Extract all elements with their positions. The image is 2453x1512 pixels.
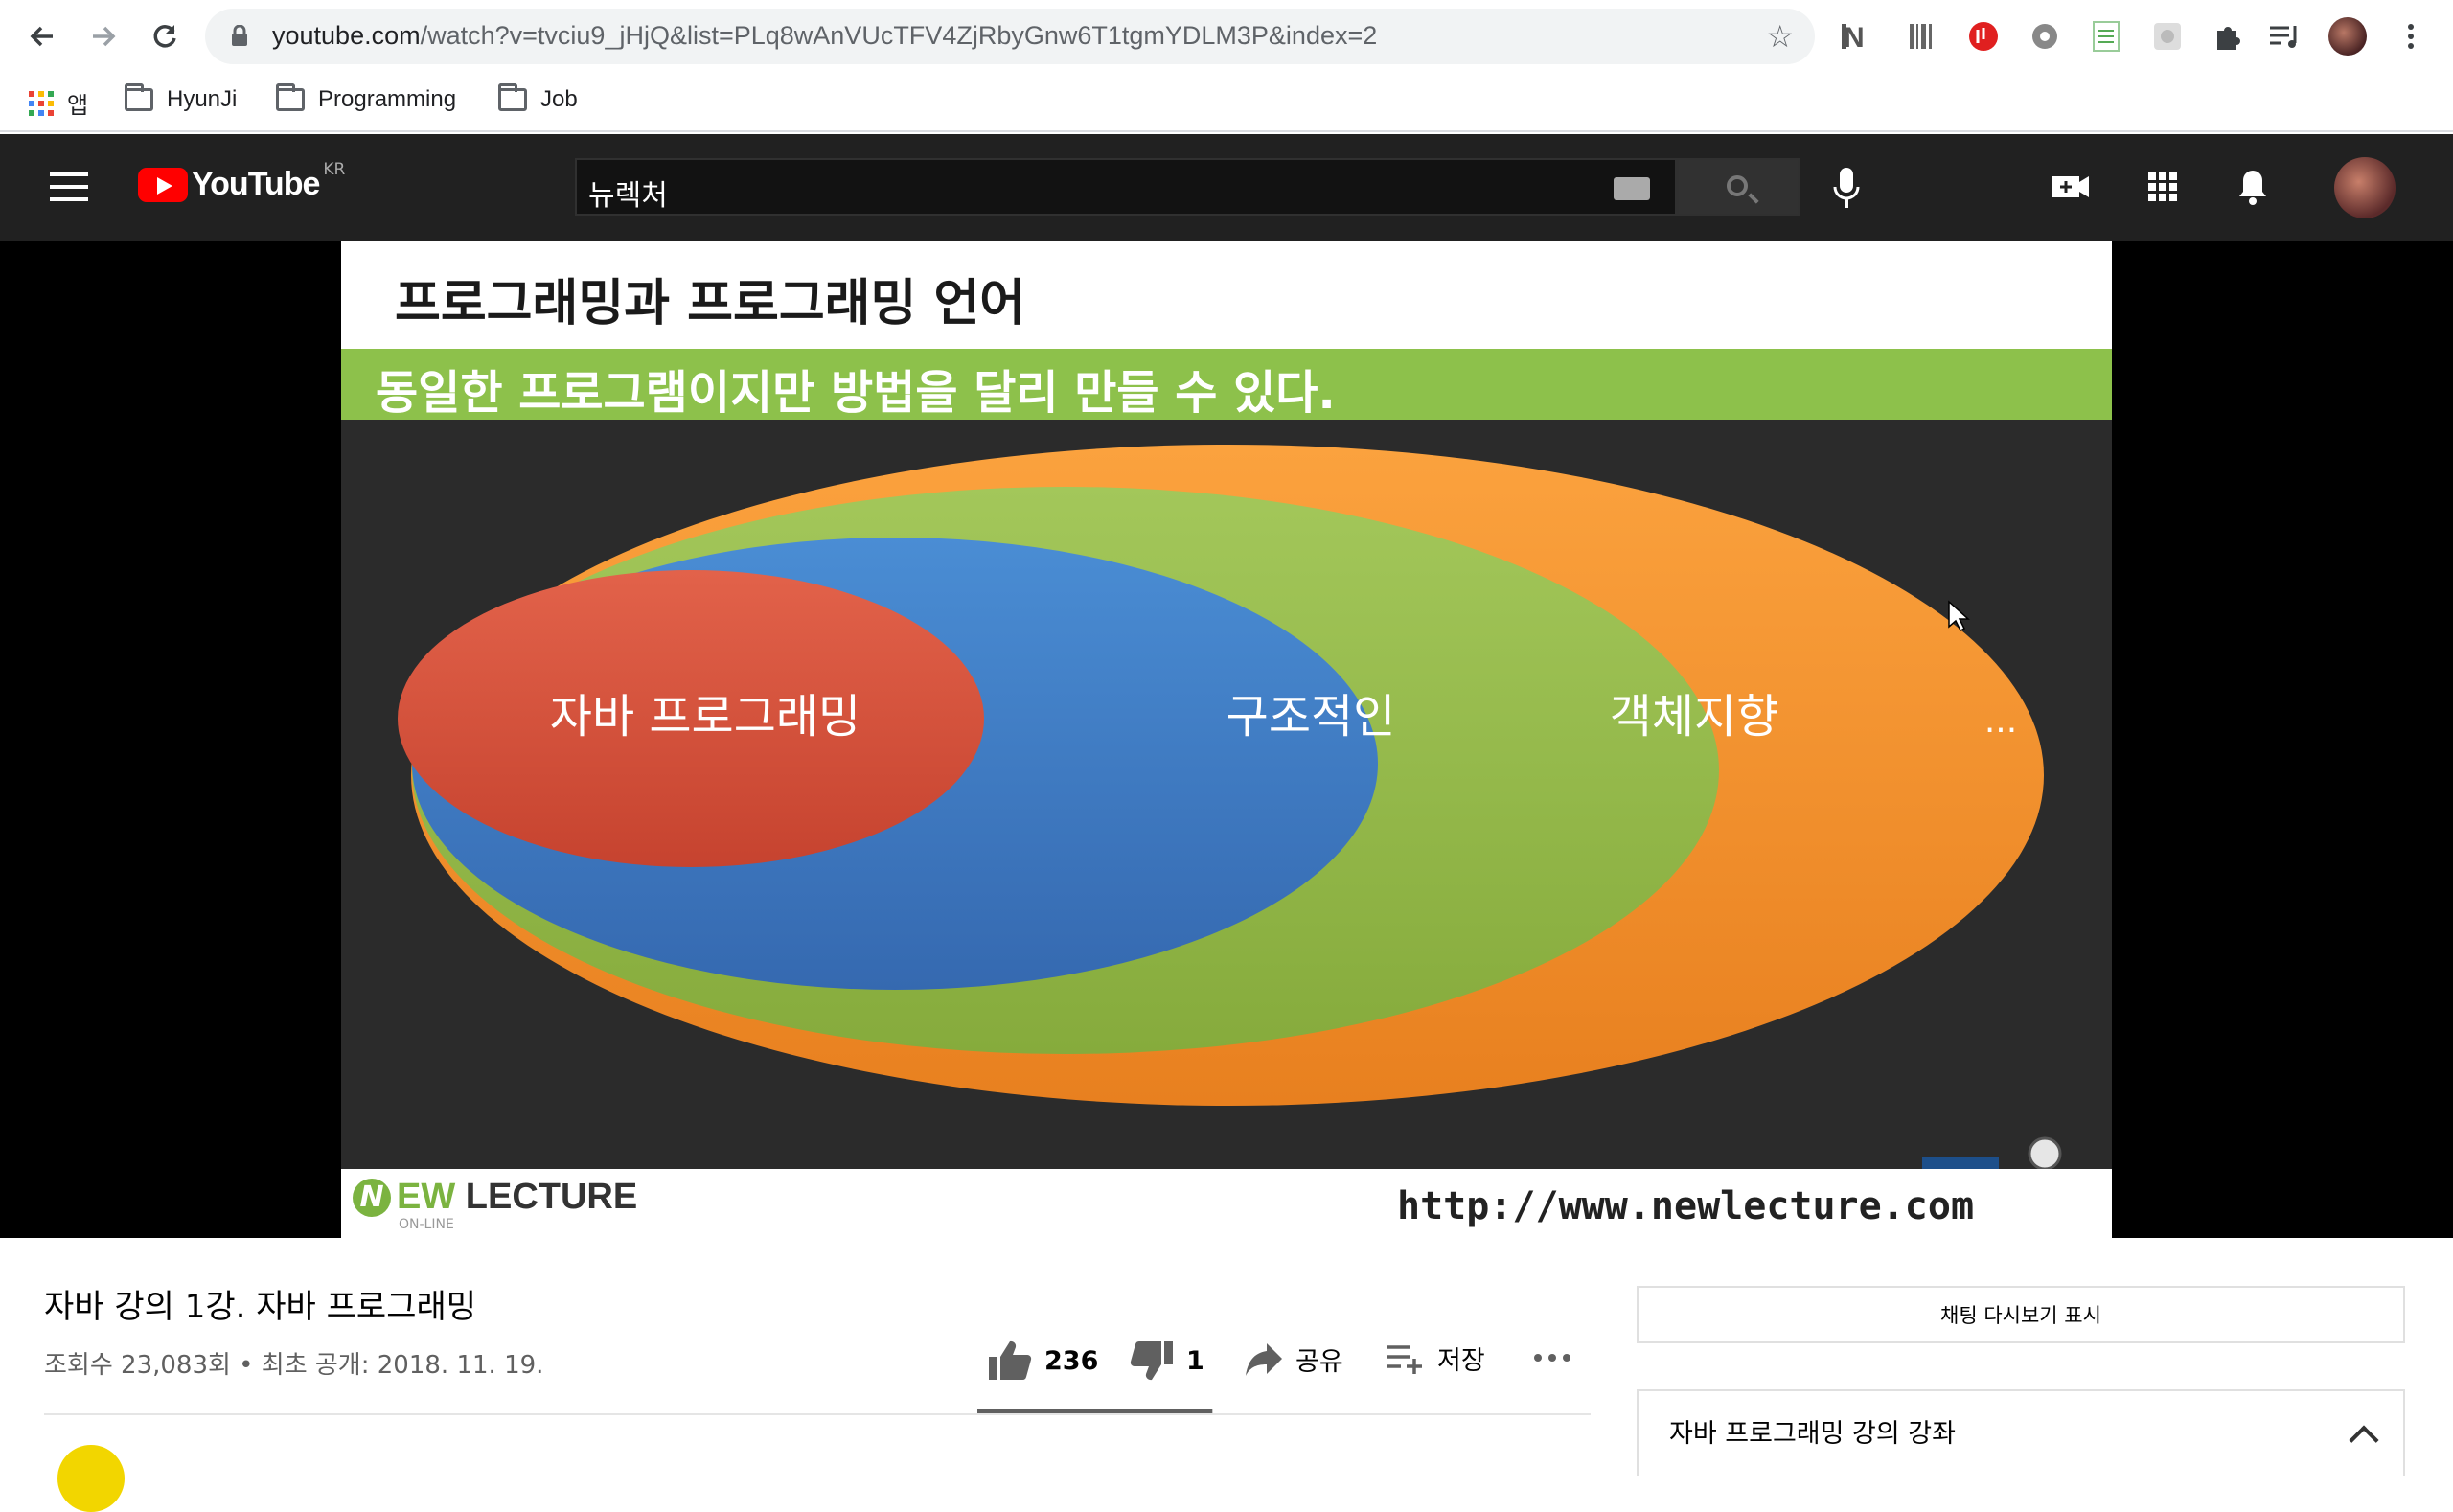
thumbs-up-icon (989, 1340, 1032, 1381)
forward-button[interactable] (80, 13, 126, 59)
bookmark-folder-job[interactable]: Job (498, 83, 578, 113)
search-button[interactable] (1677, 158, 1800, 216)
search-icon (1727, 175, 1748, 196)
keyboard-icon[interactable] (1614, 177, 1650, 200)
lecture-slide: 프로그래밍과 프로그래밍 언어 동일한 프로그램이지만 방법을 달리 만들 수 … (341, 241, 2112, 1238)
sheet-extension-icon[interactable] (2085, 15, 2127, 57)
reload-icon (153, 25, 176, 48)
reload-button[interactable] (142, 13, 188, 59)
menu-hamburger-icon[interactable] (50, 172, 88, 201)
search-input[interactable]: 뉴렉처 (575, 158, 1677, 216)
dislike-button[interactable]: 1 (1129, 1340, 1204, 1382)
naver-extension-icon[interactable]: N (1838, 15, 1880, 57)
red-extension-icon[interactable] (1962, 15, 2005, 57)
dislike-count: 1 (1186, 1345, 1204, 1376)
oop-label: 객체지향 (1610, 690, 1779, 744)
extensions-puzzle-icon[interactable] (2206, 15, 2248, 57)
settings-extension-icon[interactable] (2024, 15, 2066, 57)
folder-icon (498, 83, 527, 111)
etc-label: ... (1984, 701, 2017, 741)
notifications-bell-icon[interactable] (2229, 163, 2277, 211)
playlist-add-icon (1387, 1344, 1422, 1374)
slide-subtitle: 동일한 프로그램이지만 방법을 달리 만들 수 있다. (376, 366, 1336, 420)
account-avatar[interactable] (2334, 157, 2396, 218)
like-count: 236 (1044, 1345, 1099, 1376)
newlecture-n-icon: N (353, 1178, 391, 1217)
bookmark-folder-programming[interactable]: Programming (276, 83, 457, 113)
microphone-icon[interactable] (1832, 168, 1861, 210)
bookmark-label: Programming (318, 86, 457, 112)
svg-text:N: N (1844, 22, 1865, 51)
youtube-masthead: YouTube KR 뉴렉처 (0, 134, 2453, 241)
folder-icon (276, 83, 305, 111)
more-actions-button[interactable] (1533, 1353, 1571, 1363)
slide-url: http://www.newlecture.com (1397, 1184, 1975, 1228)
slide-header: 프로그래밍과 프로그래밍 언어 (341, 241, 2112, 349)
barcode-extension-icon[interactable] (1901, 15, 1943, 57)
media-queue-icon[interactable] (2263, 15, 2305, 57)
bookmark-folder-hyunji[interactable]: HyunJi (125, 83, 238, 113)
create-video-icon[interactable] (2047, 163, 2095, 211)
youtube-logo[interactable]: YouTube KR (138, 160, 345, 203)
brand-lecture: LECTURE (465, 1177, 638, 1217)
java-label: 자바 프로그래밍 (550, 690, 860, 744)
video-title: 자바 강의 1강. 자바 프로그래밍 (44, 1288, 477, 1326)
profile-avatar[interactable] (2327, 15, 2369, 57)
apps-grid-icon (29, 90, 54, 116)
video-player[interactable]: 프로그래밍과 프로그래밍 언어 동일한 프로그램이지만 방법을 달리 만들 수 … (0, 241, 2453, 1238)
region-code: KR (323, 159, 346, 179)
nested-ellipse-diagram: 자바 프로그래밍 구조적인 객체지향 ... (398, 445, 2062, 1169)
share-arrow-icon (1246, 1343, 1282, 1376)
chevron-up-icon[interactable] (2349, 1425, 2379, 1455)
bookmark-label: HyunJi (167, 86, 238, 112)
save-button[interactable]: 저장 (1386, 1340, 1485, 1377)
channel-avatar[interactable] (57, 1445, 125, 1512)
slide-subtitle-band: 동일한 프로그램이지만 방법을 달리 만들 수 있다. (341, 349, 2112, 420)
bookmarks-bar: 앱 HyunJi Programming Job (0, 73, 2453, 132)
forward-arrow-icon (93, 26, 116, 47)
save-label: 저장 (1437, 1346, 1485, 1376)
search-query-text: 뉴렉처 (588, 179, 668, 213)
bookmark-star-icon[interactable]: ☆ (1766, 18, 1794, 55)
newlecture-logo: N EW LECTURE (353, 1177, 637, 1218)
share-label: 공유 (1295, 1346, 1343, 1377)
apps-grid-icon[interactable] (2139, 163, 2187, 211)
back-button[interactable] (19, 13, 65, 59)
bookmark-label: 앱 (67, 93, 89, 119)
browser-toolbar: youtube.com/watch?v=tvciu9_jHjQ&list=PLq… (0, 0, 2453, 73)
structured-label: 구조적인 (1226, 690, 1396, 744)
youtube-play-icon (138, 167, 188, 202)
divider (44, 1413, 1591, 1415)
more-horizontal-icon (1534, 1354, 1570, 1362)
lock-icon (232, 25, 247, 46)
url-text: youtube.com/watch?v=tvciu9_jHjQ&list=PLq… (272, 21, 1378, 50)
thumbs-down-icon (1130, 1340, 1173, 1381)
brand-online: ON-LINE (399, 1217, 454, 1232)
chrome-menu-icon[interactable] (2390, 15, 2432, 57)
folder-icon (125, 83, 153, 111)
youtube-wordmark: YouTube (192, 166, 320, 202)
brand-ew: EW (397, 1177, 456, 1217)
chat-replay-label: 채팅 다시보기 표시 (1940, 1304, 2101, 1327)
slide-footer: N EW LECTURE ON-LINE http://www.newlectu… (341, 1169, 2112, 1238)
address-bar[interactable]: youtube.com/watch?v=tvciu9_jHjQ&list=PLq… (205, 9, 1815, 64)
bookmark-apps[interactable]: 앱 (29, 86, 88, 120)
back-arrow-icon (30, 26, 53, 47)
playlist-title[interactable]: 자바 프로그래밍 강의 강좌 (1669, 1412, 1956, 1450)
slide-title: 프로그래밍과 프로그래밍 언어 (395, 275, 1026, 332)
video-view-meta: 조회수 23,083회 • 최초 공개: 2018. 11. 19. (44, 1351, 544, 1380)
like-button[interactable]: 236 (987, 1340, 1098, 1382)
grey-extension-icon[interactable] (2146, 15, 2189, 57)
show-chat-replay-button[interactable]: 채팅 다시보기 표시 (1637, 1286, 2405, 1343)
bookmark-label: Job (540, 86, 578, 112)
playlist-panel: 자바 프로그래밍 강의 강좌 (1637, 1389, 2405, 1476)
computer-illustration-icon (1922, 1136, 2062, 1169)
share-button[interactable]: 공유 (1244, 1340, 1343, 1378)
